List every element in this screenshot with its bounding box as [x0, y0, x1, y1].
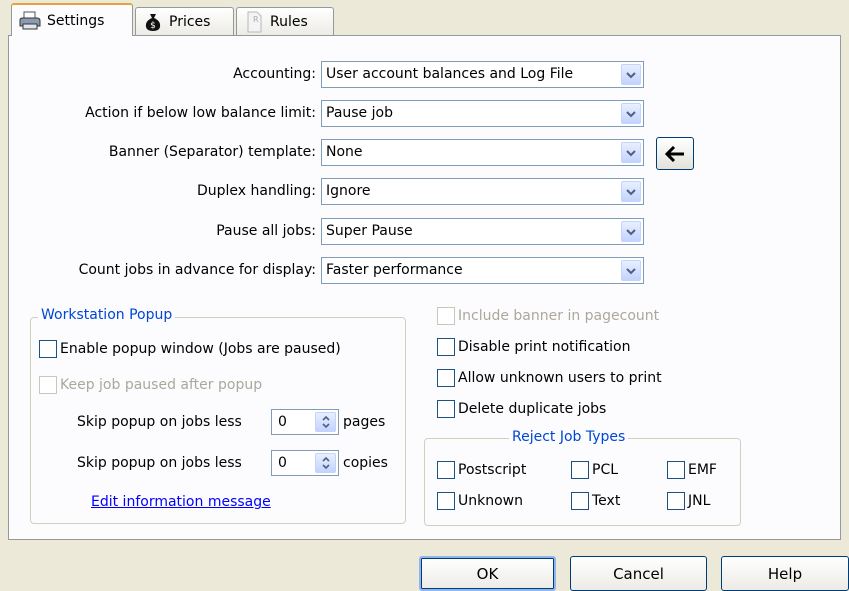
enable-popup-checkbox[interactable]: Enable popup window (Jobs are paused): [39, 340, 341, 358]
chevron-down-icon[interactable]: [621, 181, 641, 202]
accounting-value: User account balances and Log File: [326, 66, 574, 82]
reject-pcl-label: PCL: [592, 462, 619, 478]
duplex-value: Ignore: [326, 183, 371, 199]
reject-job-types-group: [424, 438, 741, 526]
chevron-down-icon[interactable]: [621, 221, 641, 242]
skip-pages-value: 0: [278, 414, 287, 430]
banner-select[interactable]: None: [321, 139, 644, 166]
delete-duplicates-checkbox[interactable]: Delete duplicate jobs: [437, 400, 606, 418]
ok-button[interactable]: OK: [419, 556, 556, 591]
count-jobs-value: Faster performance: [326, 262, 463, 278]
chevron-down-icon[interactable]: [621, 103, 641, 124]
include-banner-checkbox[interactable]: Include banner in pagecount: [437, 307, 659, 325]
banner-arrow-button[interactable]: [656, 137, 694, 170]
keep-paused-label: Keep job paused after popup: [60, 377, 263, 393]
reject-text-label: Text: [592, 493, 621, 509]
reject-emf-label: EMF: [688, 462, 717, 478]
rules-document-icon: R: [247, 11, 262, 32]
chevron-down-icon[interactable]: [621, 64, 641, 85]
skip-pages-unit: pages: [343, 414, 386, 430]
chevron-down-icon[interactable]: [621, 260, 641, 281]
reject-jnl-label: JNL: [688, 493, 711, 509]
spinner-arrows-icon[interactable]: [315, 412, 336, 432]
reject-job-types-legend: Reject Job Types: [509, 429, 629, 445]
accounting-select[interactable]: User account balances and Log File: [321, 61, 644, 88]
reject-jnl-checkbox[interactable]: JNL: [667, 492, 710, 510]
tab-label: Rules: [270, 13, 308, 30]
skip-pages-label: Skip popup on jobs less: [77, 414, 242, 430]
allow-unknown-label: Allow unknown users to print: [458, 370, 662, 386]
count-jobs-select[interactable]: Faster performance: [321, 257, 644, 284]
count-jobs-label: Count jobs in advance for display:: [78, 262, 316, 278]
money-bag-icon: $: [145, 13, 161, 31]
pause-all-value: Super Pause: [326, 223, 413, 239]
reject-postscript-label: Postscript: [458, 462, 527, 478]
pause-all-label: Pause all jobs:: [216, 223, 316, 239]
svg-text:R: R: [253, 15, 259, 24]
disable-notification-label: Disable print notification: [458, 339, 631, 355]
reject-unknown-label: Unknown: [458, 493, 523, 509]
skip-copies-label: Skip popup on jobs less: [77, 455, 242, 471]
include-banner-label: Include banner in pagecount: [458, 308, 660, 324]
chevron-down-icon[interactable]: [621, 142, 641, 163]
banner-value: None: [326, 144, 363, 160]
printer-icon: [19, 11, 41, 29]
enable-popup-label: Enable popup window (Jobs are paused): [60, 341, 341, 357]
skip-copies-spinner[interactable]: 0: [271, 450, 339, 476]
low-balance-select[interactable]: Pause job: [321, 100, 644, 127]
tab-prices[interactable]: $ Prices: [135, 7, 234, 35]
pause-all-select[interactable]: Super Pause: [321, 218, 644, 245]
reject-text-checkbox[interactable]: Text: [571, 492, 620, 510]
skip-pages-spinner[interactable]: 0: [271, 409, 339, 435]
banner-label: Banner (Separator) template:: [108, 144, 316, 160]
tab-label: Settings: [47, 12, 105, 29]
duplex-select[interactable]: Ignore: [321, 178, 644, 205]
reject-pcl-checkbox[interactable]: PCL: [571, 461, 618, 479]
arrow-left-icon: [665, 145, 684, 162]
reject-emf-checkbox[interactable]: EMF: [667, 461, 717, 479]
cancel-button[interactable]: Cancel: [570, 556, 707, 591]
skip-copies-unit: copies: [343, 455, 388, 471]
reject-unknown-checkbox[interactable]: Unknown: [437, 492, 523, 510]
tab-settings[interactable]: Settings: [11, 3, 133, 36]
help-button[interactable]: Help: [721, 556, 849, 591]
delete-duplicates-label: Delete duplicate jobs: [458, 401, 607, 417]
duplex-label: Duplex handling:: [197, 183, 316, 199]
disable-notification-checkbox[interactable]: Disable print notification: [437, 338, 630, 356]
tab-rules[interactable]: R Rules: [236, 7, 334, 35]
spinner-arrows-icon[interactable]: [315, 453, 336, 473]
allow-unknown-checkbox[interactable]: Allow unknown users to print: [437, 369, 662, 387]
low-balance-label: Action if below low balance limit:: [85, 105, 316, 121]
accounting-label: Accounting:: [233, 66, 316, 82]
edit-information-link[interactable]: Edit information message: [91, 494, 271, 510]
svg-text:$: $: [150, 21, 156, 31]
reject-postscript-checkbox[interactable]: Postscript: [437, 461, 526, 479]
workstation-popup-legend: Workstation Popup: [38, 307, 176, 323]
skip-copies-value: 0: [278, 455, 287, 471]
tab-label: Prices: [169, 13, 211, 30]
low-balance-value: Pause job: [326, 105, 393, 121]
keep-paused-checkbox[interactable]: Keep job paused after popup: [39, 376, 262, 394]
